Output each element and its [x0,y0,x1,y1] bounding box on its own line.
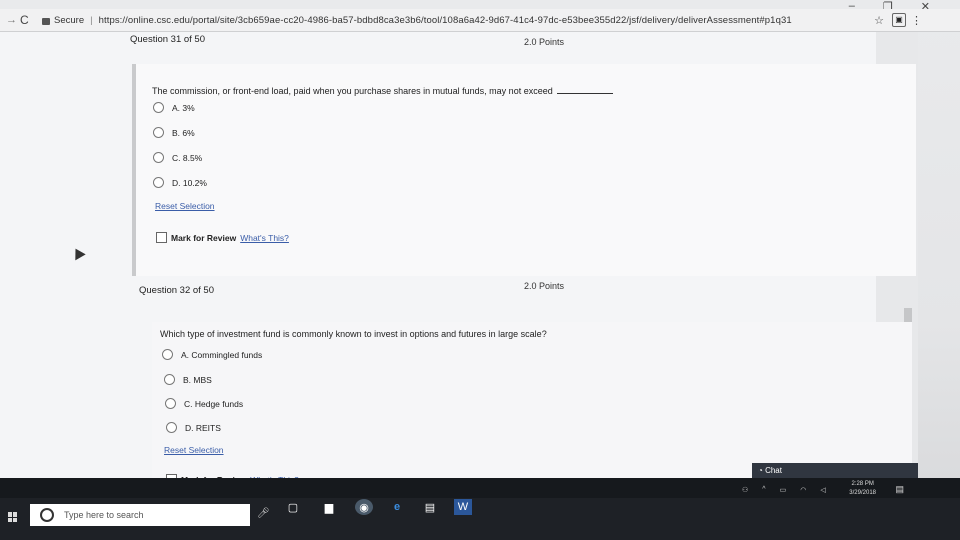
q32-option-a[interactable]: A. Commingled funds [162,349,262,360]
q32-option-d[interactable]: D. REITS [166,422,221,433]
q32-option-d-label: D. REITS [185,422,221,433]
clock-time: 2:28 PM [851,481,874,487]
radio-icon[interactable] [166,422,177,433]
assessment-page: Question 31 of 50 2.0 Points The commiss… [0,32,918,485]
file-explorer-icon[interactable]: ▆ [320,499,338,515]
edge-icon[interactable]: e [388,499,406,515]
q31-option-a-label: A. 3% [172,102,195,113]
volume-icon[interactable]: ◁ [820,486,825,494]
tray-icons: ⚇ ^ ▭ ◠ ◁ [742,486,826,494]
store-icon[interactable]: ▤ [421,499,439,515]
windows-start-icon[interactable] [8,512,18,522]
question-31-points: 2.0 Points [524,37,565,47]
clock-date: 3/29/2018 [849,490,876,496]
taskbar-search-placeholder: Type here to search [64,510,144,520]
taskbar-search[interactable]: Type here to search [30,504,250,526]
extension-icon[interactable]: ▣ [892,13,906,27]
q32-option-b-label: B. MBS [183,374,212,385]
chat-label: Chat [765,466,782,475]
question-32-text: Which type of investment fund is commonl… [160,329,547,339]
q32-option-c-label: C. Hedge funds [184,398,244,409]
q31-option-b[interactable]: B. 6% [153,127,195,138]
q31-option-d-label: D. 10.2% [172,177,207,188]
address-bar: → C Secure | https://online.csc.edu/port… [0,9,960,32]
forward-icon[interactable]: → [6,14,20,26]
q32-option-b[interactable]: B. MBS [164,374,212,385]
cortana-icon [40,508,54,522]
task-view-icon[interactable]: ▢ [284,499,302,515]
q32-reset-selection-link[interactable]: Reset Selection [164,445,224,455]
scrollbar-thumb[interactable] [904,308,912,322]
battery-icon[interactable]: ▭ [780,486,787,494]
wifi-icon[interactable]: ◠ [800,486,806,494]
question-32-header: Question 32 of 50 [139,285,214,296]
mouse-cursor-icon [70,245,86,261]
q31-option-c-label: C. 8.5% [172,152,203,163]
secure-label: Secure [54,14,85,26]
q31-option-b-label: B. 6% [172,127,195,138]
radio-icon[interactable] [165,398,176,409]
question-31-header: Question 31 of 50 [130,34,205,45]
action-center-icon[interactable]: ▤ [895,484,904,495]
chevron-up-icon[interactable]: ^ [762,486,765,494]
radio-icon[interactable] [153,127,164,138]
word-icon[interactable]: W [454,499,472,515]
chrome-icon[interactable]: ◉ [355,499,373,515]
screen: – ❐ ✕ → C Secure | https://online.csc.ed… [0,0,960,540]
checkbox-icon[interactable] [156,232,167,243]
people-icon[interactable]: ⚇ [742,486,748,494]
q31-mark-for-review[interactable]: Mark for Review What's This? [156,232,289,243]
radio-icon[interactable] [153,102,164,113]
url-field[interactable]: https://online.csc.edu/portal/site/3cb65… [99,15,819,26]
q31-whats-this-link[interactable]: What's This? [240,233,289,243]
bookmark-star-icon[interactable]: ☆ [874,14,884,27]
radio-icon[interactable] [153,177,164,188]
reload-icon[interactable]: C [20,13,34,27]
q32-option-c[interactable]: C. Hedge funds [165,398,243,409]
question-31-text: The commission, or front-end load, paid … [152,86,613,96]
taskbar-clock[interactable]: 2:28 PM 3/29/2018 [849,480,876,498]
address-separator: | [90,14,93,26]
microphone-icon[interactable]: 🎤︎ [257,508,270,519]
browser-menu-icon[interactable]: ⋮ [911,14,922,27]
question-31-prompt: The commission, or front-end load, paid … [152,86,553,96]
q32-option-a-label: A. Commingled funds [181,349,263,360]
chat-bubble-icon: ◔ [758,466,763,475]
q31-reset-selection-link[interactable]: Reset Selection [155,201,215,211]
lock-icon [42,17,50,25]
question-32-box [152,322,912,482]
radio-icon[interactable] [164,374,175,385]
answer-blank [556,93,613,94]
question-32-points: 2.0 Points [524,281,565,291]
q31-option-a[interactable]: A. 3% [153,102,195,113]
q31-option-c[interactable]: C. 8.5% [153,152,202,163]
chat-button[interactable]: ◔ Chat [752,463,918,478]
q31-mark-label: Mark for Review [171,232,237,243]
radio-icon[interactable] [162,349,173,360]
radio-icon[interactable] [153,152,164,163]
q31-option-d[interactable]: D. 10.2% [153,177,207,188]
